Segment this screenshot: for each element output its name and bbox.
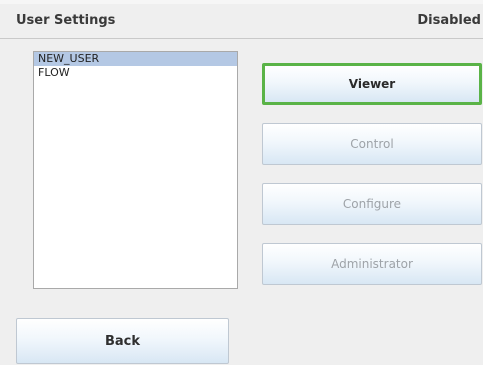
list-item-flow[interactable]: FLOW [34,66,237,80]
list-item-new-user[interactable]: NEW_USER [34,52,237,66]
viewer-button-label: Viewer [348,77,396,91]
administrator-button[interactable]: Administrator [262,243,482,285]
control-button-label: Control [350,137,394,151]
status-text: Disabled [417,13,481,28]
administrator-button-label: Administrator [331,257,413,271]
header-bar: User Settings Disabled [0,4,483,39]
configure-button[interactable]: Configure [262,183,482,225]
back-button-label: Back [104,333,141,349]
list-item-label: FLOW [38,66,70,79]
configure-button-label: Configure [342,197,402,211]
viewer-button[interactable]: Viewer [262,63,482,105]
control-button[interactable]: Control [262,123,482,165]
user-list[interactable]: NEW_USER FLOW [33,51,238,289]
page-title: User Settings [16,13,116,28]
back-button[interactable]: Back [16,318,229,364]
list-item-label: NEW_USER [38,52,100,65]
